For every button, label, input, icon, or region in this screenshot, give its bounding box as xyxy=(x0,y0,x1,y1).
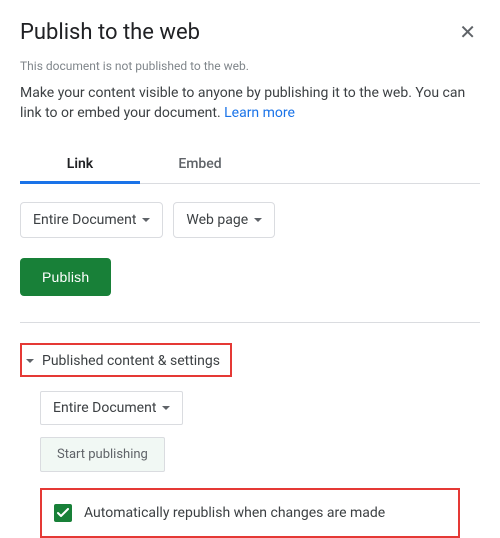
published-settings-expander[interactable]: Published content & settings xyxy=(26,353,220,369)
publish-status-text: This document is not published to the we… xyxy=(20,59,480,73)
close-icon[interactable]: ✕ xyxy=(455,20,480,44)
settings-scope-select[interactable]: Entire Document xyxy=(40,391,183,425)
auto-republish-checkbox[interactable]: Automatically republish when changes are… xyxy=(54,504,385,522)
settings-scope-label: Entire Document xyxy=(53,400,156,416)
tab-embed[interactable]: Embed xyxy=(140,146,260,183)
learn-more-link[interactable]: Learn more xyxy=(224,105,295,121)
scope-select[interactable]: Entire Document xyxy=(20,202,163,238)
divider xyxy=(20,322,480,323)
format-select[interactable]: Web page xyxy=(173,202,275,238)
published-settings-label: Published content & settings xyxy=(42,353,220,369)
tabs: Link Embed xyxy=(20,146,480,184)
auto-republish-label: Automatically republish when changes are… xyxy=(84,505,385,521)
chevron-down-icon xyxy=(162,406,170,410)
scope-select-label: Entire Document xyxy=(33,212,136,228)
dialog-title: Publish to the web xyxy=(20,20,200,45)
start-publishing-button[interactable]: Start publishing xyxy=(40,437,165,472)
chevron-down-icon xyxy=(142,218,150,222)
chevron-down-icon xyxy=(26,359,34,363)
checkbox-checked-icon xyxy=(54,504,72,522)
chevron-down-icon xyxy=(254,218,262,222)
tab-link[interactable]: Link xyxy=(20,146,140,183)
highlight-box-settings: Published content & settings xyxy=(20,343,232,377)
dialog-description: Make your content visible to anyone by p… xyxy=(20,83,480,124)
format-select-label: Web page xyxy=(186,212,248,228)
highlight-box-auto-republish: Automatically republish when changes are… xyxy=(40,488,460,538)
publish-button[interactable]: Publish xyxy=(20,258,111,296)
